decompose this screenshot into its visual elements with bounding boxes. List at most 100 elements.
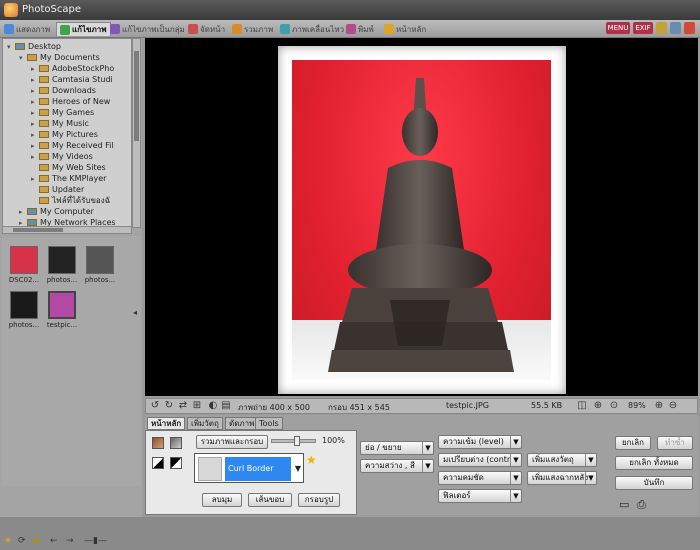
round-corner-button[interactable]: ลบมุม xyxy=(202,493,242,507)
image-canvas[interactable] xyxy=(145,38,698,396)
favorite-frame-icon[interactable]: ★ xyxy=(306,453,317,467)
refresh-icon[interactable]: ⟳ xyxy=(18,536,28,546)
folder-icon[interactable]: ▬ xyxy=(32,536,42,546)
window-icon[interactable] xyxy=(670,22,681,34)
chevron-down-icon[interactable]: ▼ xyxy=(510,454,521,466)
zoom-in-icon[interactable]: ⊕ xyxy=(653,400,665,412)
undo-button[interactable]: ยกเลิก xyxy=(615,436,651,450)
tree-item-desktop[interactable]: ▾ Desktop xyxy=(7,41,61,52)
tree-item[interactable]: ▸ The KMPlayer xyxy=(31,173,106,184)
bw-icon[interactable] xyxy=(152,457,164,469)
border-line-button[interactable]: เส้นขอบ xyxy=(248,493,292,507)
thumbnail[interactable]: DSC02... xyxy=(6,246,42,284)
tree-item-my-computer[interactable]: ▸ My Computer xyxy=(19,206,94,217)
filter-button[interactable]: ฟิลเตอร์ ▼ xyxy=(438,489,522,503)
tree-item-my-documents[interactable]: ▾ My Documents xyxy=(19,52,100,63)
tab-crop[interactable]: ตัดภาพ xyxy=(225,417,259,430)
resize-button[interactable]: ย่อ / ขยาย ▼ xyxy=(360,441,434,455)
chevron-down-icon[interactable]: ▼ xyxy=(295,464,301,473)
forward-icon[interactable]: → xyxy=(66,536,76,546)
chevron-down-icon[interactable]: ▼ xyxy=(422,442,433,454)
tab-combine[interactable]: รวมภาพ xyxy=(232,22,273,36)
rotate-right-icon[interactable]: ↻ xyxy=(163,400,175,412)
tree-item[interactable]: ไฟล์ที่ได้รับของฉั xyxy=(31,195,110,206)
backlight-button[interactable]: เพิ่มแสงวัตถุ ▼ xyxy=(527,453,597,467)
menu-button[interactable]: MENU xyxy=(606,22,630,34)
tree-item[interactable]: My Web Sites xyxy=(31,162,106,173)
chevron-down-icon[interactable]: ▼ xyxy=(510,472,521,484)
fit-icon[interactable]: ⊞ xyxy=(191,400,203,412)
exif-button[interactable]: EXIF xyxy=(633,22,653,34)
pictures-folder-icon xyxy=(39,131,49,138)
tab-add-object[interactable]: เพิ่มวัตถุ xyxy=(187,417,223,430)
frame-opacity-slider[interactable] xyxy=(271,436,316,446)
tree-item[interactable]: ▸ My Games xyxy=(31,107,94,118)
tree-vertical-scrollbar[interactable] xyxy=(132,38,141,228)
tab-editor[interactable]: แก้ไขภาพ xyxy=(56,22,111,36)
tab-page[interactable]: จัดหน้า xyxy=(188,22,225,36)
chevron-down-icon[interactable]: ▼ xyxy=(585,454,596,466)
photo-frame-button[interactable]: กรอบรูป xyxy=(298,493,340,507)
thumbnail[interactable]: photos... xyxy=(44,246,80,284)
chevron-down-icon[interactable]: ▼ xyxy=(422,460,433,472)
folder-icon xyxy=(39,164,49,171)
tree-item[interactable]: ▸ Camtasia Studi xyxy=(31,74,113,85)
rotate-left-icon[interactable]: ↺ xyxy=(149,400,161,412)
chevron-down-icon[interactable]: ▼ xyxy=(585,472,596,484)
back-icon[interactable]: ← xyxy=(50,536,60,546)
tree-item[interactable]: Updater xyxy=(31,184,84,195)
thumbnail-size-slider[interactable]: —▮— xyxy=(84,536,134,546)
tree-item[interactable]: ▸ Heroes of New xyxy=(31,96,110,107)
tree-item[interactable]: ▸ My Received Fil xyxy=(31,140,114,151)
contrast-button[interactable]: มเปรียบต่าง (contr ▼ xyxy=(438,453,522,467)
tree-horizontal-scrollbar[interactable] xyxy=(2,226,132,234)
merge-frame-button[interactable]: รวมภาพและกรอบ xyxy=(196,435,268,449)
undo-all-button[interactable]: ยกเลิก ทั้งหมด xyxy=(615,456,693,470)
tree-item[interactable]: ▸ My Music xyxy=(31,118,89,129)
tree-item[interactable]: ▸ My Videos xyxy=(31,151,93,162)
redo-button[interactable]: ทำซ้ำ xyxy=(657,436,693,450)
zoom-actual-icon[interactable]: ⊙ xyxy=(608,400,620,412)
info-icon[interactable]: ▤ xyxy=(220,400,232,412)
print-icon[interactable]: ⎙ xyxy=(637,498,646,512)
frame-tone-icon[interactable] xyxy=(170,437,182,449)
tab-tools[interactable]: Tools xyxy=(255,417,283,430)
favorite-icon[interactable]: ★ xyxy=(4,536,14,546)
frame-color-icon[interactable] xyxy=(152,437,164,449)
invert-icon[interactable] xyxy=(170,457,182,469)
save-button[interactable]: บันทึก xyxy=(615,476,693,490)
tab-home[interactable]: หน้าหลัก xyxy=(384,22,426,36)
page-icon xyxy=(188,24,198,34)
tree-item[interactable]: ▸ Downloads xyxy=(31,85,96,96)
tab-viewer[interactable]: แสดงภาพ xyxy=(4,22,50,36)
chevron-down-icon[interactable]: ▼ xyxy=(510,490,521,502)
tab-print[interactable]: พิมพ์ xyxy=(346,22,374,36)
darken-background-button[interactable]: เพิ่มแสงฉากหลัง ▼ xyxy=(527,471,597,485)
auto-level-button[interactable]: ความเข้ม (level) ▼ xyxy=(438,435,522,449)
tab-batch-editor[interactable]: แก้ไขภาพเป็นกลุ่ม xyxy=(110,22,185,36)
frame-select[interactable]: Curl Border ▼ xyxy=(194,453,304,483)
folder-icon[interactable] xyxy=(656,22,667,34)
folder-icon xyxy=(39,76,49,83)
thumbnail[interactable]: photos... xyxy=(82,246,118,284)
sharpen-button[interactable]: ความคมชัด ▼ xyxy=(438,471,522,485)
thumbnail[interactable]: photos... xyxy=(6,291,42,329)
compare-icon[interactable]: ◫ xyxy=(576,400,588,412)
auto-icon[interactable]: ◐ xyxy=(207,400,219,412)
original-size: ภาพถ่าย 400 x 500 xyxy=(238,403,310,412)
tree-item[interactable]: ▸ My Pictures xyxy=(31,129,98,140)
tree-item[interactable]: ▸ AdobeStockPho xyxy=(31,63,114,74)
brightness-color-button[interactable]: ความสว่าง , สี ▼ xyxy=(360,459,434,473)
zoom-out-icon[interactable]: ⊖ xyxy=(667,400,679,412)
network-icon xyxy=(27,219,37,226)
zoom-to-fit-icon[interactable]: ⊕ xyxy=(592,400,604,412)
tab-home-edit[interactable]: หน้าหลัก xyxy=(147,417,186,430)
combine-icon xyxy=(232,24,242,34)
close-icon[interactable] xyxy=(684,22,695,34)
chevron-down-icon[interactable]: ▼ xyxy=(510,436,521,448)
open-icon[interactable]: ▭ xyxy=(619,498,629,511)
flip-icon[interactable]: ⇄ xyxy=(177,400,189,412)
pane-collapse-handle[interactable]: ◂ xyxy=(133,308,139,320)
tab-animated-gif[interactable]: ภาพเคลื่อนไหว xyxy=(280,22,344,36)
thumbnail[interactable]: testpic... xyxy=(44,291,80,329)
